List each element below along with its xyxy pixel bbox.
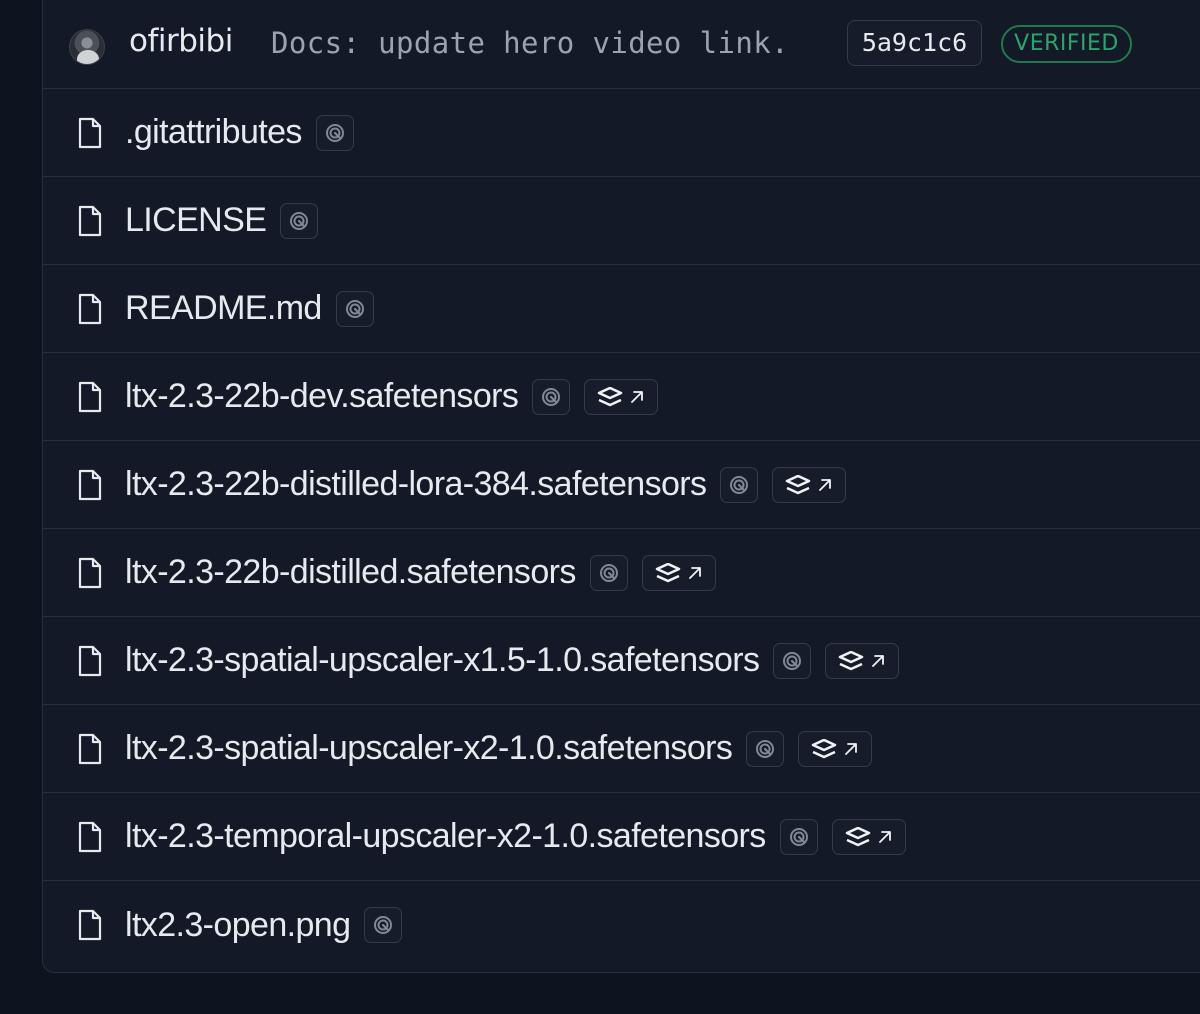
file-icon [78, 293, 102, 324]
file-name-link[interactable]: README.md [125, 289, 322, 328]
xet-storage-icon [786, 474, 811, 494]
file-icon [78, 205, 102, 236]
file-name-link[interactable]: ltx-2.3-22b-dev.safetensors [125, 377, 519, 416]
file-icon [78, 557, 102, 588]
security-scan-icon [290, 211, 309, 230]
xet-storage-button[interactable] [641, 554, 716, 591]
security-scan-badge[interactable] [280, 202, 319, 239]
file-icon [78, 381, 102, 412]
security-scan-icon [789, 827, 808, 846]
security-scan-badge[interactable] [315, 114, 354, 151]
security-scan-badge[interactable] [773, 642, 812, 679]
external-link-icon [819, 478, 832, 491]
file-row[interactable]: ltx-2.3-22b-dev.safetensors [43, 353, 1200, 441]
file-name-link[interactable]: ltx-2.3-spatial-upscaler-x2-1.0.safetens… [125, 729, 733, 768]
security-scan-badge[interactable] [335, 290, 374, 327]
verified-badge: VERIFIED [1001, 25, 1132, 63]
security-scan-badge[interactable] [746, 730, 785, 767]
xet-storage-button[interactable] [831, 818, 906, 855]
file-icon [78, 733, 102, 764]
file-icon [78, 469, 102, 500]
xet-storage-icon [597, 386, 623, 406]
file-icon [78, 821, 102, 852]
file-name-link[interactable]: ltx-2.3-22b-distilled.safetensors [125, 553, 576, 592]
file-row[interactable]: ltx-2.3-temporal-upscaler-x2-1.0.safeten… [43, 793, 1200, 881]
security-scan-icon [345, 299, 364, 318]
file-row[interactable]: ltx-2.3-spatial-upscaler-x1.5-1.0.safete… [43, 617, 1200, 705]
last-commit-bar: ofirbibi Docs: update hero video link. 5… [43, 0, 1200, 89]
external-link-icon [688, 566, 701, 579]
file-name-link[interactable]: ltx-2.3-spatial-upscaler-x1.5-1.0.safete… [125, 641, 760, 680]
commit-hash-button[interactable]: 5a9c1c6 [847, 20, 982, 66]
xet-storage-button[interactable] [825, 642, 900, 679]
file-name-link[interactable]: .gitattributes [125, 113, 302, 152]
file-row[interactable]: README.md [43, 265, 1200, 353]
file-name-link[interactable]: LICENSE [125, 201, 267, 240]
file-row[interactable]: ltx-2.3-spatial-upscaler-x2-1.0.safetens… [43, 705, 1200, 793]
security-scan-icon [756, 739, 775, 758]
file-icon [78, 645, 102, 676]
security-scan-badge[interactable] [364, 907, 403, 943]
file-name-link[interactable]: ltx-2.3-temporal-upscaler-x2-1.0.safeten… [125, 817, 766, 856]
security-scan-icon [783, 651, 802, 670]
xet-storage-button[interactable] [584, 378, 659, 415]
file-row[interactable]: ltx-2.3-22b-distilled.safetensors [43, 529, 1200, 617]
external-link-icon [878, 830, 891, 843]
external-link-icon [872, 654, 885, 667]
file-row[interactable]: ltx2.3-open.png [43, 881, 1200, 969]
external-link-icon [631, 390, 644, 403]
xet-storage-button[interactable] [772, 466, 847, 503]
file-row[interactable]: LICENSE [43, 177, 1200, 265]
file-icon [78, 117, 102, 148]
xet-storage-icon [839, 650, 864, 670]
file-list: .gitattributes LICENSE README.md ltx-2.3… [43, 89, 1200, 969]
xet-storage-icon [845, 826, 870, 846]
security-scan-badge[interactable] [589, 554, 628, 591]
file-icon [78, 909, 102, 941]
xet-storage-icon [655, 562, 681, 582]
security-scan-icon [730, 475, 749, 494]
xet-storage-icon [811, 738, 837, 758]
security-scan-icon [325, 123, 344, 142]
security-scan-icon [374, 916, 393, 934]
security-scan-icon [542, 387, 561, 406]
file-name-link[interactable]: ltx2.3-open.png [125, 906, 351, 945]
commit-message[interactable]: Docs: update hero video link. [271, 26, 789, 60]
security-scan-badge[interactable] [532, 378, 571, 415]
xet-storage-button[interactable] [798, 730, 873, 767]
author-avatar[interactable] [69, 29, 105, 65]
file-row[interactable]: .gitattributes [43, 89, 1200, 177]
file-row[interactable]: ltx-2.3-22b-distilled-lora-384.safetenso… [43, 441, 1200, 529]
external-link-icon [845, 742, 858, 755]
security-scan-icon [599, 563, 618, 582]
security-scan-badge[interactable] [779, 818, 818, 855]
security-scan-badge[interactable] [720, 466, 759, 503]
files-panel: ofirbibi Docs: update hero video link. 5… [42, 0, 1200, 973]
file-name-link[interactable]: ltx-2.3-22b-distilled-lora-384.safetenso… [125, 465, 707, 504]
commit-author[interactable]: ofirbibi [129, 23, 233, 59]
